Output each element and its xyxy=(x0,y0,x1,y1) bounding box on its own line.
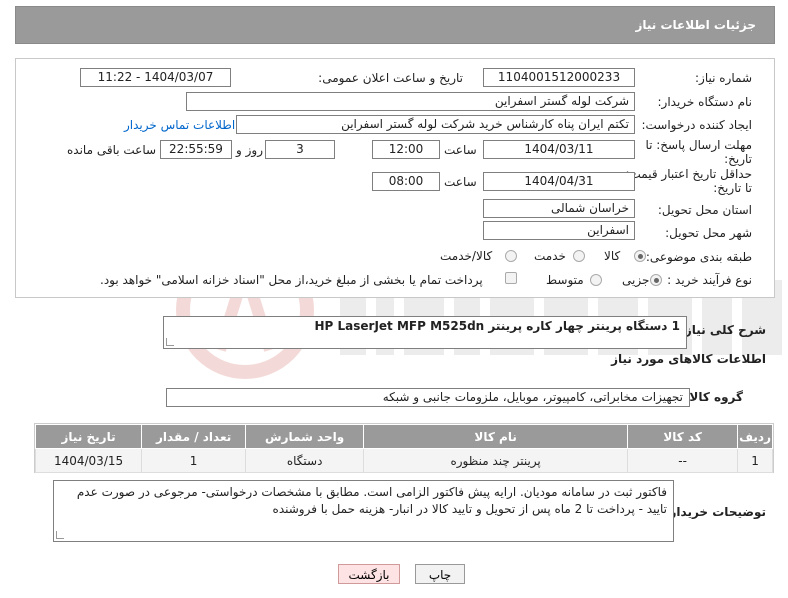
cell-name: پرینتر چند منظوره xyxy=(363,448,629,473)
goods-group-label: گروه کالا: xyxy=(684,390,743,404)
category-option-goods: کالا xyxy=(604,249,621,263)
validity-time-label: ساعت xyxy=(444,175,477,189)
process-option-minor: جزیی xyxy=(622,273,650,287)
description-field[interactable]: 1 دستگاه پرینتر چهار کاره پرینتر HP Lase… xyxy=(163,316,687,349)
col-name: نام کالا xyxy=(363,424,629,449)
reply-time-field[interactable]: 12:00 xyxy=(372,140,440,159)
reply-deadline-label-2: تاریخ: xyxy=(724,152,752,166)
validity-label-2: تا تاریخ: xyxy=(713,181,752,195)
reply-time-label: ساعت xyxy=(444,143,477,157)
creator-label: ایجاد کننده درخواست: xyxy=(641,118,752,132)
category-option-goods-service: کالا/خدمت xyxy=(440,249,493,263)
days-remaining-field[interactable]: 3 xyxy=(265,140,335,159)
category-radio-goods[interactable] xyxy=(634,250,646,262)
treasury-payment-checkbox[interactable] xyxy=(505,272,517,284)
days-label: روز و xyxy=(236,143,263,157)
validity-date-field[interactable]: 1404/04/31 xyxy=(483,172,635,191)
resize-handle-icon[interactable] xyxy=(166,338,174,346)
reply-deadline-label: مهلت ارسال پاسخ: تا xyxy=(645,138,752,152)
cell-qty: 1 xyxy=(141,448,247,473)
category-radio-goods-service[interactable] xyxy=(505,250,517,262)
buyer-contact-link[interactable]: اطلاعات تماس خریدار xyxy=(124,118,235,132)
page-title: جزئیات اطلاعات نیاز xyxy=(635,18,756,32)
announce-datetime-field[interactable]: 1404/03/07 - 11:22 xyxy=(80,68,231,87)
back-button[interactable]: بازگشت xyxy=(338,564,400,584)
buyer-label: نام دستگاه خریدار: xyxy=(657,95,753,109)
cell-code: -- xyxy=(627,448,739,473)
validity-time-field[interactable]: 08:00 xyxy=(372,172,440,191)
category-option-service: خدمت xyxy=(534,249,566,263)
need-number-label: شماره نیاز: xyxy=(695,71,752,85)
page-header: جزئیات اطلاعات نیاز xyxy=(15,6,775,44)
remaining-time-field[interactable]: 22:55:59 xyxy=(160,140,232,159)
city-field[interactable]: اسفراین xyxy=(483,221,635,240)
description-text: 1 دستگاه پرینتر چهار کاره پرینتر HP Lase… xyxy=(314,319,680,333)
cell-date: 1404/03/15 xyxy=(34,448,143,473)
province-field[interactable]: خراسان شمالی xyxy=(483,199,635,218)
province-label: استان محل تحویل: xyxy=(657,203,752,217)
treasury-payment-note: پرداخت تمام یا بخشی از مبلغ خرید،از محل … xyxy=(100,273,483,287)
buyer-notes-field[interactable]: فاکتور ثبت در سامانه مودیان. ارایه پیش ف… xyxy=(53,480,674,542)
category-radio-service[interactable] xyxy=(573,250,585,262)
need-number-field[interactable]: 1104001512000233 xyxy=(483,68,635,87)
col-date: تاریخ نیاز xyxy=(34,424,143,449)
process-radio-medium[interactable] xyxy=(590,274,602,286)
buyer-notes-label: توضیحات خریدار: xyxy=(664,505,766,519)
validity-label: حداقل تاریخ اعتبار قیمت: xyxy=(625,167,752,181)
announce-label: تاریخ و ساعت اعلان عمومی: xyxy=(318,71,463,85)
col-unit: واحد شمارش xyxy=(245,424,365,449)
cell-row: 1 xyxy=(737,448,773,473)
goods-group-field[interactable]: تجهیزات مخابراتی، کامپیوتر، موبایل، ملزو… xyxy=(166,388,690,407)
cell-unit: دستگاه xyxy=(245,448,365,473)
buyer-notes-text: فاکتور ثبت در سامانه مودیان. ارایه پیش ف… xyxy=(76,485,667,516)
col-code: کد کالا xyxy=(627,424,739,449)
goods-section-title: اطلاعات کالاهای مورد نیاز xyxy=(611,352,766,366)
col-qty: تعداد / مقدار xyxy=(141,424,247,449)
process-option-medium: متوسط xyxy=(546,273,584,287)
city-label: شهر محل تحویل: xyxy=(665,226,752,240)
description-label: شرح کلی نیاز: xyxy=(680,323,766,337)
process-label: نوع فرآیند خرید : xyxy=(667,273,752,287)
table-row[interactable]: 1 -- پرینتر چند منظوره دستگاه 1 1404/03/… xyxy=(34,448,773,473)
print-button[interactable]: چاپ xyxy=(415,564,465,584)
notes-resize-handle-icon[interactable] xyxy=(56,531,64,539)
process-radio-minor[interactable] xyxy=(650,274,662,286)
category-label: طبقه بندی موضوعی: xyxy=(645,250,752,264)
col-row: ردیف xyxy=(737,424,773,449)
goods-table: ردیف کد کالا نام کالا واحد شمارش تعداد /… xyxy=(34,423,774,473)
remaining-label: ساعت باقی مانده xyxy=(67,143,157,157)
creator-field[interactable]: تکتم ایران پناه کارشناس خرید شرکت لوله گ… xyxy=(236,115,635,134)
reply-date-field[interactable]: 1404/03/11 xyxy=(483,140,635,159)
buyer-field[interactable]: شرکت لوله گستر اسفراین xyxy=(186,92,635,111)
